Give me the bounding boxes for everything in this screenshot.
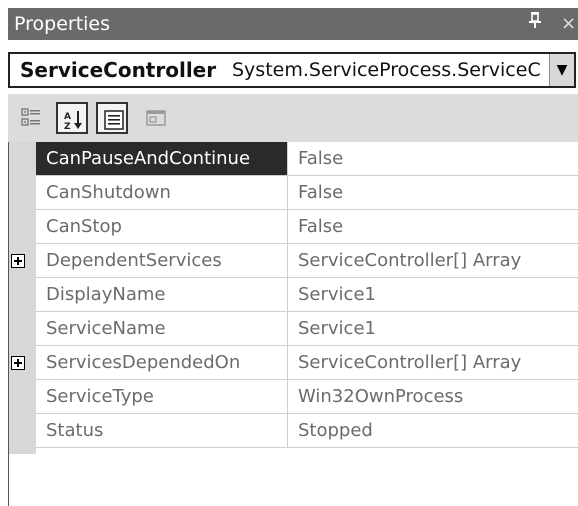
- object-type: System.ServiceProcess.ServiceC: [232, 59, 541, 81]
- pin-icon[interactable]: [528, 8, 542, 40]
- svg-text:A: A: [64, 112, 71, 122]
- object-name: ServiceController: [20, 58, 217, 82]
- toolbar: A Z: [8, 94, 578, 142]
- property-pages-button[interactable]: [140, 102, 172, 134]
- property-value[interactable]: ServiceController[] Array: [288, 346, 578, 379]
- property-name[interactable]: DependentServices: [36, 244, 288, 277]
- property-grid: CanPauseAndContinue False CanShutdown False…: [8, 142, 578, 454]
- expand-plus-icon[interactable]: [11, 254, 25, 268]
- properties-icon: [104, 110, 124, 130]
- alphabetical-icon: A Z: [64, 111, 82, 131]
- property-row[interactable]: CanStop False: [36, 210, 578, 244]
- grid-gutter: [8, 142, 36, 454]
- svg-text:Z: Z: [64, 122, 71, 131]
- property-pages-icon: [146, 110, 166, 126]
- object-selector[interactable]: ServiceController System.ServiceProcess.…: [8, 52, 576, 88]
- property-value[interactable]: ServiceController[] Array: [288, 244, 578, 277]
- categorized-button[interactable]: [16, 102, 48, 134]
- property-value[interactable]: False: [288, 210, 578, 243]
- property-name[interactable]: ServiceType: [36, 380, 288, 413]
- property-name[interactable]: Status: [36, 414, 288, 447]
- property-row[interactable]: ServicesDependedOn ServiceController[] Ar…: [36, 346, 578, 380]
- property-value[interactable]: Stopped: [288, 414, 578, 447]
- window-title: Properties: [14, 13, 111, 35]
- property-row[interactable]: CanPauseAndContinue False: [36, 142, 578, 176]
- property-value[interactable]: Service1: [288, 312, 578, 345]
- property-name[interactable]: CanStop: [36, 210, 288, 243]
- title-bar: Properties ×: [8, 8, 578, 40]
- alphabetical-button[interactable]: A Z: [56, 102, 88, 134]
- expand-plus-icon[interactable]: [11, 356, 25, 370]
- property-value[interactable]: Service1: [288, 278, 578, 311]
- chevron-down-icon[interactable]: ▼: [549, 54, 574, 86]
- property-name[interactable]: CanPauseAndContinue: [36, 142, 288, 175]
- property-value[interactable]: False: [288, 176, 578, 209]
- property-name[interactable]: CanShutdown: [36, 176, 288, 209]
- property-row[interactable]: DependentServices ServiceController[] Arr…: [36, 244, 578, 278]
- properties-button[interactable]: [96, 102, 128, 134]
- property-name[interactable]: ServiceName: [36, 312, 288, 345]
- property-name[interactable]: DisplayName: [36, 278, 288, 311]
- property-value[interactable]: Win32OwnProcess: [288, 380, 578, 413]
- property-row[interactable]: Status Stopped: [36, 414, 578, 448]
- left-border: [8, 142, 9, 506]
- property-row[interactable]: ServiceType Win32OwnProcess: [36, 380, 578, 414]
- property-row[interactable]: DisplayName Service1: [36, 278, 578, 312]
- close-icon[interactable]: ×: [561, 8, 576, 40]
- property-name[interactable]: ServicesDependedOn: [36, 346, 288, 379]
- properties-window: Properties × ServiceController System.Se…: [0, 0, 578, 506]
- categorized-icon: [21, 108, 40, 126]
- property-row[interactable]: ServiceName Service1: [36, 312, 578, 346]
- property-value[interactable]: False: [288, 142, 578, 175]
- property-row[interactable]: CanShutdown False: [36, 176, 578, 210]
